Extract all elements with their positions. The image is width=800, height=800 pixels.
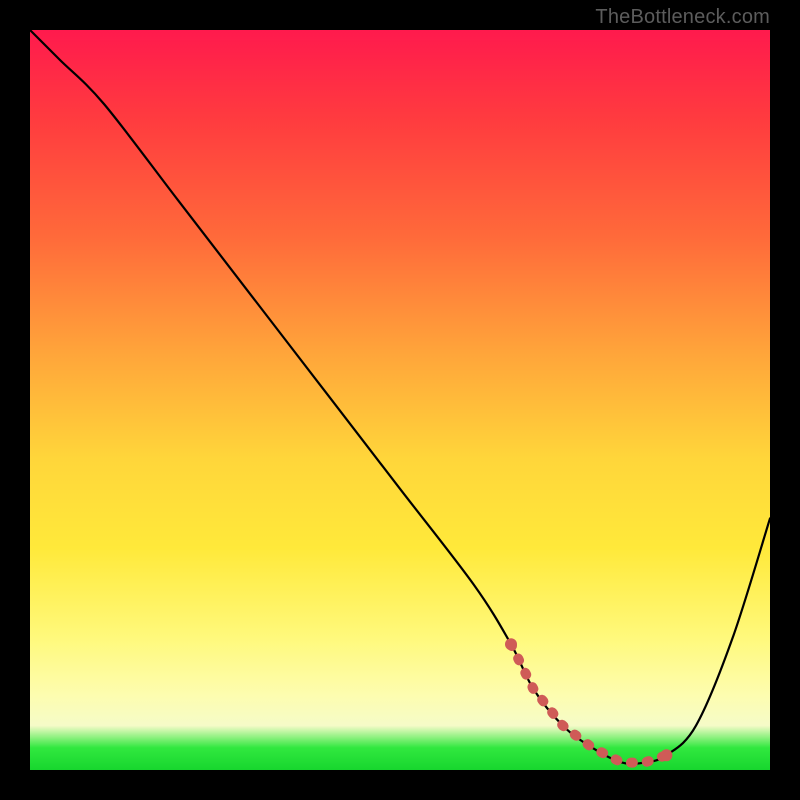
attribution-text: TheBottleneck.com xyxy=(595,6,770,29)
bottleneck-curve-line xyxy=(30,30,770,764)
chart-frame: TheBottleneck.com xyxy=(0,0,800,800)
optimal-range-start-dot xyxy=(505,638,517,650)
chart-plot-area xyxy=(30,30,770,770)
optimal-range-marker xyxy=(511,644,666,762)
optimal-range-end-dot xyxy=(660,749,672,761)
chart-svg xyxy=(30,30,770,770)
